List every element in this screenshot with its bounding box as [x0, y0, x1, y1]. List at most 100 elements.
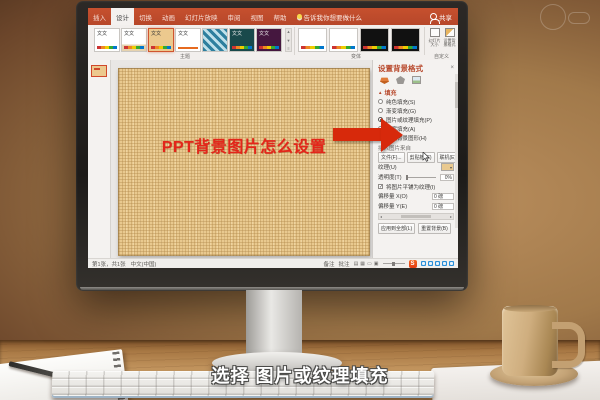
- person-icon: [430, 13, 437, 20]
- theme-thumbnail[interactable]: 文文: [94, 28, 120, 52]
- radio-icon: [378, 108, 383, 113]
- format-background-icon: [445, 28, 455, 37]
- theme-text: 文文: [149, 29, 173, 37]
- theme-text: 文文: [95, 29, 119, 37]
- slideshow-view-icon[interactable]: ▣: [374, 261, 379, 267]
- theme-text: 文文: [122, 29, 146, 37]
- effects-icon[interactable]: [396, 76, 405, 84]
- format-background-button[interactable]: 设置背景格式: [442, 27, 457, 54]
- fill-bucket-icon[interactable]: [380, 76, 389, 84]
- variant-thumbnail[interactable]: [391, 28, 420, 52]
- offset-x-row: 偏移量 X(O) 0 磅: [378, 191, 454, 201]
- collapse-triangle-icon: ▲: [378, 90, 382, 95]
- picture-icon[interactable]: [412, 76, 421, 84]
- pane-icon-row: [380, 74, 454, 86]
- slide-thumbnail-pane: [88, 60, 111, 258]
- fill-section-label: 填充: [384, 88, 396, 97]
- fill-section-header[interactable]: ▲ 填充: [378, 88, 454, 97]
- theme-thumbnail[interactable]: 文文: [121, 28, 147, 52]
- option-tile-picture[interactable]: ✓ 将图片平铺为纹理(I): [378, 182, 454, 191]
- mug-rim: [504, 305, 556, 312]
- ime-icon[interactable]: [421, 261, 427, 267]
- theme-gallery-scroll[interactable]: ▲▼≡: [285, 28, 292, 52]
- ime-toolbar-icons[interactable]: [421, 261, 455, 267]
- slide-size-button[interactable]: 幻灯片大小: [427, 27, 442, 54]
- tab-view[interactable]: 视图: [246, 8, 269, 25]
- share-button[interactable]: 共享: [424, 8, 458, 25]
- offset-y-input[interactable]: 0 磅: [432, 203, 454, 210]
- slide-1-thumbnail[interactable]: [91, 65, 107, 77]
- texture-label: 纹理(U): [378, 163, 397, 171]
- apply-to-all-button[interactable]: 应用到全部(L): [378, 223, 415, 234]
- ime-icon[interactable]: [442, 261, 448, 267]
- ime-icon[interactable]: [428, 261, 434, 267]
- theme-thumbnail[interactable]: 文文: [229, 28, 255, 52]
- normal-view-icon[interactable]: ▤: [354, 261, 359, 267]
- tab-help[interactable]: 帮助: [269, 8, 292, 25]
- scroll-left-icon[interactable]: ◂: [380, 214, 382, 219]
- tab-design[interactable]: 设计: [111, 8, 134, 25]
- transparency-row: 透明度(T) 0%: [378, 172, 454, 182]
- lightbulb-icon: [297, 14, 302, 19]
- transparency-value[interactable]: 0%: [440, 174, 454, 181]
- comments-toggle[interactable]: 批注: [339, 260, 350, 268]
- variant-thumbnail[interactable]: [298, 28, 327, 52]
- offset-x-input[interactable]: 0 磅: [432, 193, 454, 200]
- theme-thumbnail[interactable]: 文文: [256, 28, 282, 52]
- status-bar: 第1张，共1张 中文(中国) 备注 批注 ▤ ▦ ▭ ▣ S: [88, 258, 458, 268]
- option-gradient-fill[interactable]: 渐变填充(G): [378, 106, 454, 115]
- theme-thumbnail[interactable]: [202, 28, 228, 52]
- zoom-slider[interactable]: [383, 263, 405, 264]
- scroll-right-icon[interactable]: ▸: [450, 214, 452, 219]
- powerpoint-window: 插入 设计 切换 动画 幻灯片放映 审阅 视图 帮助 告诉我你想要做什么 共享 …: [88, 8, 458, 268]
- clipboard-button[interactable]: 剪贴板(C): [407, 152, 435, 163]
- pane-title: 设置背景格式: [378, 63, 423, 74]
- texture-dropdown[interactable]: ▾: [441, 163, 454, 171]
- group-divider: [294, 27, 295, 55]
- theme-text: 文文: [230, 29, 254, 37]
- language-indicator[interactable]: 中文(中国): [131, 260, 157, 268]
- view-buttons[interactable]: ▤ ▦ ▭ ▣: [354, 261, 379, 267]
- ime-icon[interactable]: [449, 261, 455, 267]
- pane-vertical-scrollbar[interactable]: [455, 74, 458, 228]
- themes-group-label: 主题: [180, 53, 190, 60]
- variants-group-label: 变体: [351, 53, 361, 60]
- reading-view-icon[interactable]: ▭: [367, 261, 372, 267]
- slide-size-label: 幻灯片大小: [427, 39, 442, 48]
- sorter-view-icon[interactable]: ▦: [360, 261, 365, 267]
- share-label: 共享: [439, 12, 452, 22]
- pane-close-button[interactable]: ×: [450, 65, 454, 71]
- ime-icon[interactable]: [435, 261, 441, 267]
- tab-review[interactable]: 审阅: [223, 8, 246, 25]
- variant-thumbnail[interactable]: [360, 28, 389, 52]
- transparency-slider[interactable]: [406, 177, 436, 178]
- group-divider: [424, 27, 425, 55]
- scrollbar-thumb[interactable]: [401, 215, 431, 218]
- notes-toggle[interactable]: 备注: [324, 260, 335, 268]
- theme-thumbnail-selected[interactable]: 文文: [148, 28, 174, 52]
- pane-horizontal-scrollbar[interactable]: ◂ ▸: [378, 213, 454, 220]
- option-solid-fill[interactable]: 纯色填充(S): [378, 97, 454, 106]
- checkbox-checked-icon: ✓: [378, 184, 383, 189]
- tell-me-box[interactable]: 告诉我你想要做什么: [292, 8, 368, 25]
- transparency-label: 透明度(T): [378, 173, 402, 181]
- pane-bottom-buttons: 应用到全部(L) 重置背景(B): [378, 223, 454, 234]
- file-button[interactable]: 文件(F)...: [378, 152, 405, 163]
- offset-y-label: 偏移量 Y(E): [378, 202, 407, 210]
- theme-thumbnail[interactable]: 文文: [175, 28, 201, 52]
- tab-slideshow[interactable]: 幻灯片放映: [180, 8, 223, 25]
- sogou-ime-icon[interactable]: S: [409, 260, 417, 268]
- scene: 插入 设计 切换 动画 幻灯片放映 审阅 视图 帮助 告诉我你想要做什么 共享 …: [0, 0, 600, 400]
- insert-buttons-row: 文件(F)... 剪贴板(C) 联机(E)...: [378, 152, 454, 162]
- reset-background-button[interactable]: 重置背景(B): [418, 223, 451, 234]
- tab-insert[interactable]: 插入: [88, 8, 111, 25]
- slide-canvas[interactable]: PPT背景图片怎么设置: [118, 68, 370, 256]
- texture-row: 纹理(U) ▾: [378, 162, 454, 172]
- tab-transitions[interactable]: 切换: [134, 8, 157, 25]
- tab-animations[interactable]: 动画: [157, 8, 180, 25]
- variant-thumbnail[interactable]: [329, 28, 358, 52]
- ribbon-design-group: 文文 文文 文文 文文 文文 文文 ▲▼≡ 幻灯片大小: [88, 25, 458, 61]
- theme-text: 文文: [176, 29, 200, 37]
- option-label: 将图片平铺为纹理(I): [386, 183, 435, 191]
- theme-text: 文文: [257, 29, 281, 37]
